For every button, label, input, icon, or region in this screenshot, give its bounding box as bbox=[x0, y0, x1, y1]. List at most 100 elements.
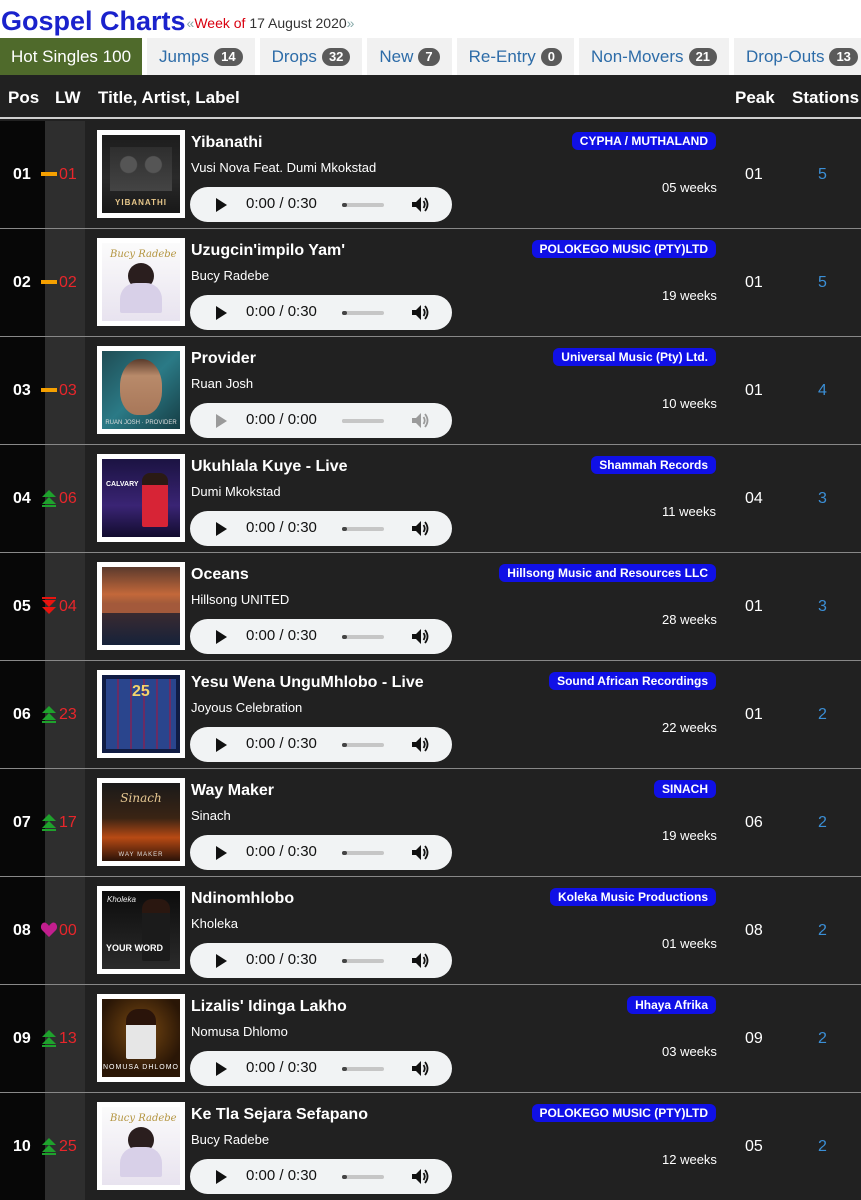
seek-slider[interactable] bbox=[342, 1067, 384, 1071]
play-icon[interactable] bbox=[216, 1062, 227, 1076]
audio-player[interactable]: 0:00 / 0:00 bbox=[190, 403, 452, 438]
tab-hot-singles-100[interactable]: Hot Singles 100 bbox=[0, 38, 143, 75]
stations-count[interactable]: 2 bbox=[818, 814, 827, 832]
audio-player[interactable]: 0:00 / 0:30 bbox=[190, 943, 452, 978]
record-label-badge[interactable]: Sound African Recordings bbox=[549, 672, 716, 690]
album-art-provider[interactable]: RUAN JOSH · PROVIDER bbox=[97, 346, 185, 434]
volume-icon[interactable] bbox=[411, 196, 429, 213]
volume-icon[interactable] bbox=[411, 1168, 429, 1185]
album-art-spiritual-encounter[interactable]: Bucy Radebe bbox=[97, 1102, 185, 1190]
tab-drops[interactable]: Drops 32 bbox=[259, 38, 363, 75]
audio-player[interactable]: 0:00 / 0:30 bbox=[190, 511, 452, 546]
artist-name[interactable]: Ruan Josh bbox=[191, 376, 253, 391]
tab-jumps[interactable]: Jumps 14 bbox=[147, 38, 255, 75]
artist-name[interactable]: Dumi Mkokstad bbox=[191, 484, 281, 499]
seek-slider[interactable] bbox=[342, 743, 384, 747]
audio-player[interactable]: 0:00 / 0:30 bbox=[190, 1051, 452, 1086]
artist-name[interactable]: Kholeka bbox=[191, 916, 238, 931]
stations-count[interactable]: 2 bbox=[818, 1138, 827, 1156]
record-label-badge[interactable]: POLOKEGO MUSIC (PTY)LTD bbox=[531, 240, 716, 258]
seek-slider[interactable] bbox=[342, 1175, 384, 1179]
song-title[interactable]: Oceans bbox=[191, 566, 249, 584]
artist-name[interactable]: Sinach bbox=[191, 808, 231, 823]
song-title[interactable]: Ukuhlala Kuye - Live bbox=[191, 458, 348, 476]
tab-non-movers[interactable]: Non-Movers 21 bbox=[578, 38, 730, 75]
song-title[interactable]: Provider bbox=[191, 350, 256, 368]
song-title[interactable]: Yibanathi bbox=[191, 134, 262, 152]
song-title[interactable]: Ke Tla Sejara Sefapano bbox=[191, 1106, 368, 1124]
artist-name[interactable]: Bucy Radebe bbox=[191, 268, 269, 283]
tab-new[interactable]: New 7 bbox=[367, 38, 452, 75]
volume-icon[interactable] bbox=[411, 628, 429, 645]
play-icon[interactable] bbox=[216, 846, 227, 860]
stations-count[interactable]: 5 bbox=[818, 166, 827, 184]
page-title[interactable]: Gospel Charts bbox=[0, 4, 186, 38]
record-label-badge[interactable]: CYPHA / MUTHALAND bbox=[571, 132, 716, 150]
seek-slider[interactable] bbox=[342, 959, 384, 963]
stations-count[interactable]: 3 bbox=[818, 490, 827, 508]
seek-slider[interactable] bbox=[342, 527, 384, 531]
audio-player[interactable]: 0:00 / 0:30 bbox=[190, 619, 452, 654]
stations-count[interactable]: 5 bbox=[818, 274, 827, 292]
song-title[interactable]: Way Maker bbox=[191, 782, 274, 800]
stations-count[interactable]: 2 bbox=[818, 922, 827, 940]
tab-re-entry[interactable]: Re-Entry 0 bbox=[456, 38, 574, 75]
artist-name[interactable]: Joyous Celebration bbox=[191, 700, 302, 715]
album-art-yibanathi[interactable]: YIBANATHI bbox=[97, 130, 185, 218]
record-label-badge[interactable]: Koleka Music Productions bbox=[549, 888, 716, 906]
artist-name[interactable]: Bucy Radebe bbox=[191, 1132, 269, 1147]
song-title[interactable]: Ndinomhlobo bbox=[191, 890, 294, 908]
record-label-badge[interactable]: SINACH bbox=[653, 780, 716, 798]
album-art-calvary[interactable]: CALVARY bbox=[97, 454, 185, 542]
volume-icon[interactable] bbox=[411, 844, 429, 861]
volume-icon[interactable] bbox=[411, 304, 429, 321]
record-label-badge[interactable]: Hillsong Music and Resources LLC bbox=[499, 564, 716, 582]
artist-name[interactable]: Hillsong UNITED bbox=[191, 592, 289, 607]
record-label-badge[interactable]: POLOKEGO MUSIC (PTY)LTD bbox=[531, 1104, 716, 1122]
album-art-joyous-25[interactable]: 25 bbox=[97, 670, 185, 758]
play-icon[interactable] bbox=[216, 306, 227, 320]
play-icon[interactable] bbox=[216, 198, 227, 212]
album-art-oceans[interactable] bbox=[97, 562, 185, 650]
audio-player[interactable]: 0:00 / 0:30 bbox=[190, 727, 452, 762]
volume-icon[interactable] bbox=[411, 520, 429, 537]
play-icon[interactable] bbox=[216, 738, 227, 752]
seek-slider[interactable] bbox=[342, 851, 384, 855]
volume-icon[interactable] bbox=[411, 736, 429, 753]
play-icon[interactable] bbox=[216, 954, 227, 968]
album-art-spiritual-encounter[interactable]: Bucy Radebe bbox=[97, 238, 185, 326]
song-title[interactable]: Uzugcin'impilo Yam' bbox=[191, 242, 345, 260]
volume-icon[interactable] bbox=[411, 952, 429, 969]
seek-slider[interactable] bbox=[342, 203, 384, 207]
record-label-badge[interactable]: Universal Music (Pty) Ltd. bbox=[553, 348, 716, 366]
seek-slider[interactable] bbox=[342, 419, 384, 423]
song-title[interactable]: Lizalis' Idinga Lakho bbox=[191, 998, 347, 1016]
artist-name[interactable]: Vusi Nova Feat. Dumi Mkokstad bbox=[191, 160, 376, 175]
play-icon[interactable] bbox=[216, 414, 227, 428]
stations-count[interactable]: 3 bbox=[818, 598, 827, 616]
record-label-badge[interactable]: Shammah Records bbox=[591, 456, 716, 474]
seek-slider[interactable] bbox=[342, 311, 384, 315]
song-title[interactable]: Yesu Wena UnguMhlobo - Live bbox=[191, 674, 424, 692]
volume-icon[interactable] bbox=[411, 412, 429, 429]
play-icon[interactable] bbox=[216, 1170, 227, 1184]
week-selector[interactable]: «Week of 17 August 2020» bbox=[187, 8, 355, 38]
artist-name[interactable]: Nomusa Dhlomo bbox=[191, 1024, 288, 1039]
album-art-way-maker[interactable]: Sinach WAY MAKER bbox=[97, 778, 185, 866]
audio-player[interactable]: 0:00 / 0:30 bbox=[190, 835, 452, 870]
album-art-nomusa-dhlomo[interactable]: NOMUSA DHLOMO bbox=[97, 994, 185, 1082]
stations-count[interactable]: 2 bbox=[818, 706, 827, 724]
tab-drop-outs[interactable]: Drop-Outs 13 bbox=[734, 38, 861, 75]
stations-count[interactable]: 2 bbox=[818, 1030, 827, 1048]
album-art-your-word[interactable]: Kholeka YOUR WORD bbox=[97, 886, 185, 974]
play-icon[interactable] bbox=[216, 522, 227, 536]
volume-icon[interactable] bbox=[411, 1060, 429, 1077]
audio-player[interactable]: 0:00 / 0:30 bbox=[190, 295, 452, 330]
record-label-badge[interactable]: Hhaya Afrika bbox=[627, 996, 716, 1014]
seek-slider[interactable] bbox=[342, 635, 384, 639]
audio-player[interactable]: 0:00 / 0:30 bbox=[190, 187, 452, 222]
audio-player[interactable]: 0:00 / 0:30 bbox=[190, 1159, 452, 1194]
stations-count[interactable]: 4 bbox=[818, 382, 827, 400]
play-icon[interactable] bbox=[216, 630, 227, 644]
next-week-link[interactable]: » bbox=[347, 15, 355, 31]
